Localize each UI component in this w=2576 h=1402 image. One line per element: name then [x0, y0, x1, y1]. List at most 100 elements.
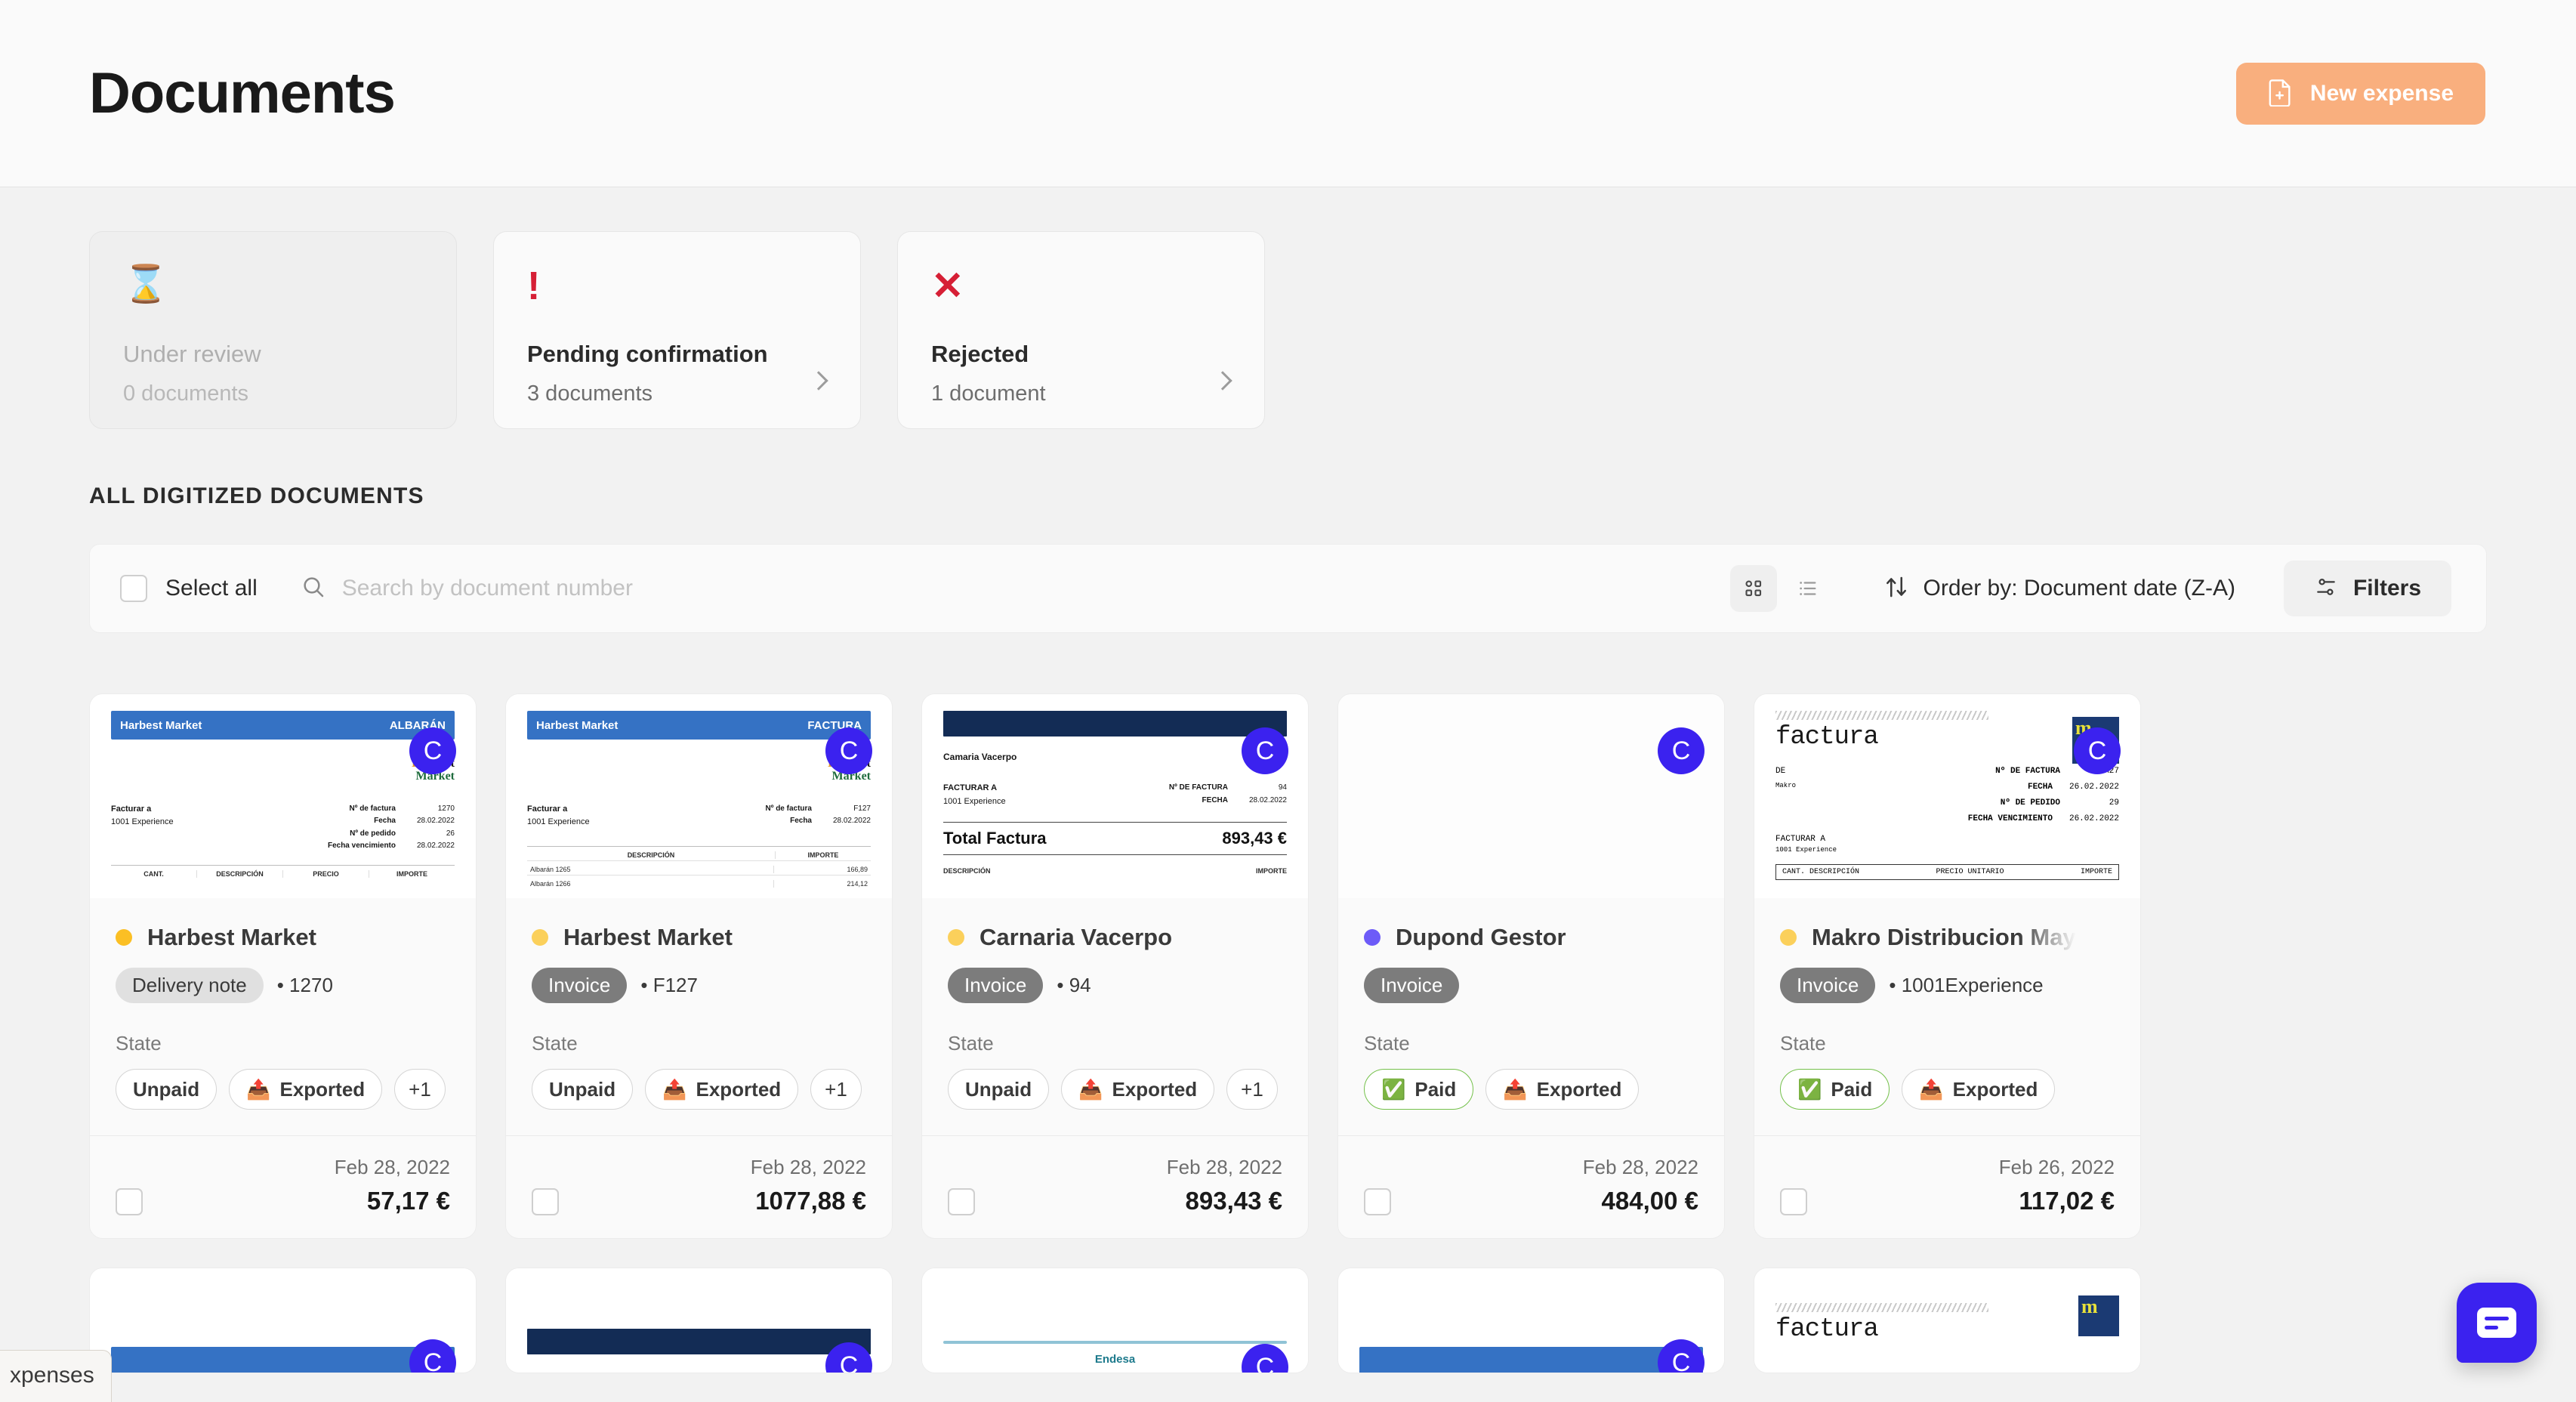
page-body: ⌛ Under review 0 documents ! Pending con… [0, 187, 2576, 1373]
document-thumbnail[interactable]: m factura [1754, 1268, 2140, 1373]
state-chip-exported[interactable]: 📤 Exported [1061, 1069, 1215, 1110]
state-chip-unpaid[interactable]: Unpaid [948, 1069, 1050, 1110]
grid-view-button[interactable] [1729, 565, 1777, 612]
document-thumbnail[interactable]: C Camaria Vacerpo 🚜 FACTURAR A 1001 Expe… [922, 694, 1308, 898]
chat-icon [2477, 1308, 2516, 1338]
export-icon: 📤 [246, 1077, 271, 1101]
thumbnail-total-label: Total Factura [943, 829, 1047, 848]
thumbnail-table-header: DESCRIPCIÓN IMPORTE [527, 845, 871, 859]
document-card[interactable]: C [1337, 1268, 1725, 1373]
status-card-rejected[interactable]: ✕ Rejected 1 document [897, 231, 1265, 429]
view-toggle [1729, 565, 1831, 612]
document-card[interactable]: C Harbest Market ALBARÁN HarBest Market … [89, 693, 477, 1239]
chat-button[interactable] [2457, 1283, 2537, 1363]
state-chip-paid[interactable]: ✅ Paid [1364, 1069, 1474, 1110]
state-chip-more[interactable]: +1 [394, 1069, 446, 1110]
new-expense-label: New expense [2309, 80, 2454, 106]
filters-button[interactable]: Filters [2283, 560, 2451, 616]
document-thumbnail[interactable]: C [506, 1268, 892, 1373]
thumbnail-heading: factura [1775, 723, 1879, 752]
thumbnail-bill-to: FACTURAR A 1001 Experience [943, 783, 1006, 806]
new-expense-button[interactable]: New expense [2235, 62, 2485, 125]
document-type-badge: Invoice [948, 968, 1044, 1003]
state-chip-more[interactable]: +1 [810, 1069, 862, 1110]
status-dot [116, 929, 132, 946]
thumbnail-bill-to: Facturar a 1001 Experience [527, 804, 590, 827]
thumbnail-logo: HarBest Market [828, 757, 871, 783]
document-thumbnail[interactable]: C [90, 1268, 476, 1373]
document-card[interactable]: C [505, 1268, 893, 1373]
sort-arrows-icon [1883, 573, 1910, 604]
card-footer-right: Feb 28, 2022 893,43 € [1167, 1156, 1282, 1215]
card-footer-right: Feb 28, 2022 1077,88 € [751, 1156, 866, 1215]
state-chip-exported[interactable]: 📤 Exported [229, 1069, 383, 1110]
avatar: C [409, 1339, 456, 1373]
card-select-checkbox[interactable] [1364, 1188, 1391, 1215]
card-select-checkbox[interactable] [948, 1188, 975, 1215]
document-card[interactable]: C m factura DE Makro Nº DE FACTURA M27 FE… [1754, 693, 2141, 1239]
card-select-checkbox[interactable] [116, 1188, 143, 1215]
document-amount: 893,43 € [1185, 1187, 1282, 1215]
state-chip-exported[interactable]: 📤 Exported [645, 1069, 799, 1110]
status-card-subtitle: 1 document [931, 381, 1046, 406]
select-all-checkbox[interactable] [120, 575, 147, 602]
document-card[interactable]: C Dupond Gestor Invoice State ✅ Paid 📤 Exp… [1337, 693, 1725, 1239]
document-type-badge: Invoice [532, 968, 628, 1003]
expenses-tab[interactable]: xpenses [0, 1350, 112, 1402]
document-date: Feb 28, 2022 [1166, 1156, 1282, 1178]
documents-toolbar: Select all Search by document number Ord… [89, 544, 2487, 633]
state-label: State [532, 1032, 578, 1055]
thumbnail-from: DE Makro [1775, 767, 1797, 789]
document-thumbnail[interactable]: C m factura DE Makro Nº DE FACTURA M27 FE… [1754, 694, 2140, 898]
page-header: Documents New expense [0, 0, 2576, 187]
thumbnail-columns: FACTURAR A 1001 Experience Nº DE FACTURA… [943, 782, 1287, 808]
card-title-row: Harbest Market [532, 924, 866, 951]
thumbnail-heading: factura [1775, 1315, 1879, 1344]
card-title: Harbest Market [147, 924, 316, 950]
state-chip-unpaid[interactable]: Unpaid [532, 1069, 634, 1110]
document-card[interactable]: C [89, 1268, 477, 1373]
document-card[interactable]: m factura [1754, 1268, 2141, 1373]
document-date: Feb 28, 2022 [1582, 1156, 1698, 1178]
state-chip-unpaid[interactable]: Unpaid [116, 1069, 217, 1110]
avatar: C [1242, 1344, 1288, 1373]
document-thumbnail[interactable]: C Harbest Market ALBARÁN HarBest Market … [90, 694, 476, 898]
status-card-subtitle: 0 documents [123, 381, 249, 406]
state-chip-paid[interactable]: ✅ Paid [1780, 1069, 1890, 1110]
document-thumbnail[interactable]: C Endesa [922, 1268, 1308, 1373]
document-thumbnail[interactable]: C Harbest Market FACTURA HarBest Market … [506, 694, 892, 898]
card-footer-right: Feb 28, 2022 484,00 € [1583, 1156, 1698, 1215]
card-title: Harbest Market [563, 924, 733, 950]
thumbnail-header-bar [111, 1347, 455, 1373]
check-icon: ✅ [1797, 1077, 1822, 1101]
card-title-row: Carnaria Vacerpo [948, 924, 1282, 951]
state-label: State [1364, 1032, 1410, 1055]
card-footer: Feb 28, 2022 1077,88 € [506, 1135, 892, 1238]
card-footer-right: Feb 26, 2022 117,02 € [1999, 1156, 2115, 1215]
document-card[interactable]: C Endesa [921, 1268, 1309, 1373]
thumbnail-table-row: Albarán 1265 166,89 [527, 860, 871, 873]
document-card-grid-next-row: C C C Endesa C m factura [89, 1268, 2487, 1373]
avatar: C [1658, 1339, 1704, 1373]
avatar: C [1658, 727, 1704, 774]
document-thumbnail[interactable]: C [1338, 694, 1724, 898]
status-card-row: ⌛ Under review 0 documents ! Pending con… [89, 187, 2487, 429]
status-dot [1780, 929, 1797, 946]
thumbnail-header-bar [1359, 1347, 1703, 1373]
search-input[interactable] [341, 576, 1730, 601]
thumbnail-fields: Nº de factura 1270 Fecha 28.02.2022 Nº de … [327, 804, 455, 851]
document-card[interactable]: C Camaria Vacerpo 🚜 FACTURAR A 1001 Expe… [921, 693, 1309, 1239]
state-chip-exported[interactable]: 📤 Exported [1902, 1069, 2056, 1110]
state-chip-more[interactable]: +1 [1226, 1069, 1278, 1110]
card-select-checkbox[interactable] [1780, 1188, 1807, 1215]
list-view-button[interactable] [1785, 565, 1831, 612]
card-select-checkbox[interactable] [532, 1188, 559, 1215]
status-card-pending-confirmation[interactable]: ! Pending confirmation 3 documents [493, 231, 861, 429]
order-by-control[interactable]: Order by: Document date (Z-A) [1883, 573, 2235, 604]
state-chip-exported[interactable]: 📤 Exported [1485, 1069, 1640, 1110]
card-title-row: Harbest Market [116, 924, 450, 951]
document-card[interactable]: C Harbest Market FACTURA HarBest Market … [505, 693, 893, 1239]
status-dot [948, 929, 964, 946]
search-icon [301, 575, 325, 603]
document-thumbnail[interactable]: C [1338, 1268, 1724, 1373]
